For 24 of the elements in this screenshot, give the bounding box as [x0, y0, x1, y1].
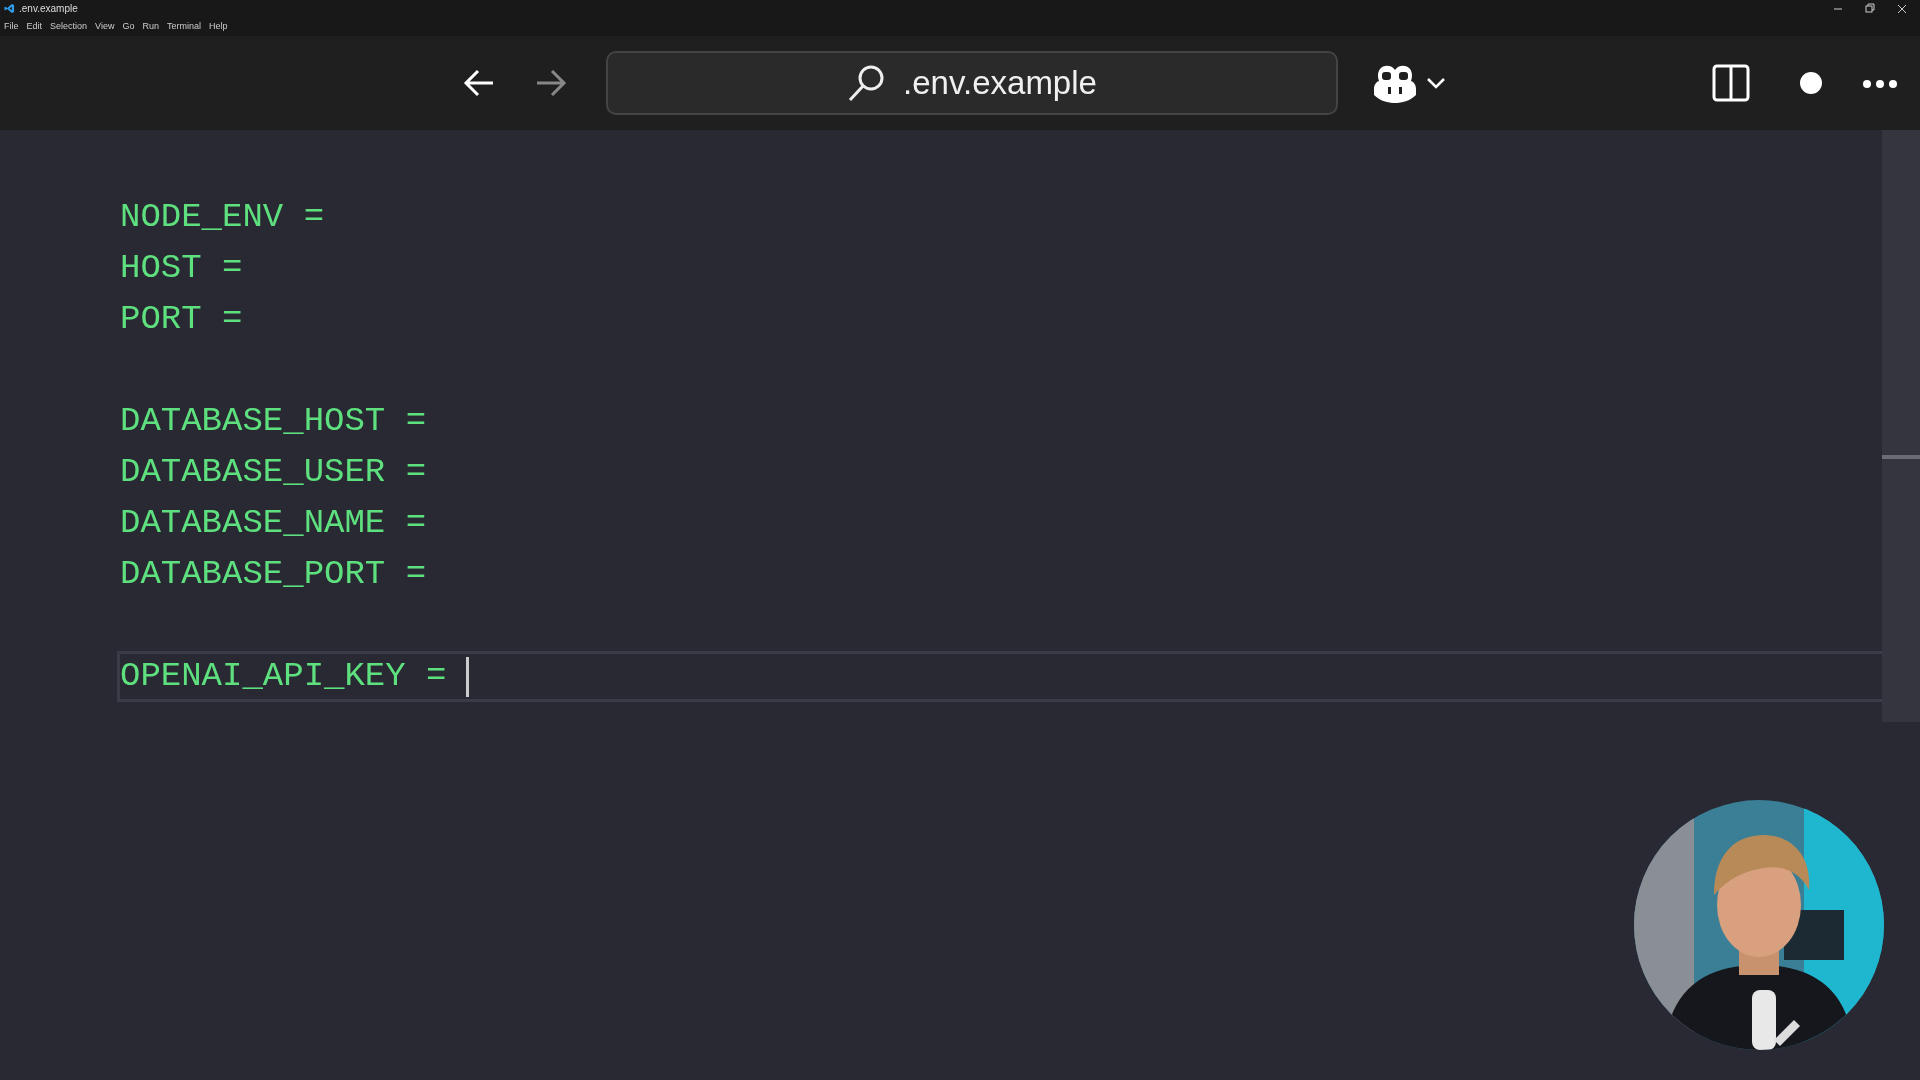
menu-item[interactable]: Run [142, 19, 159, 34]
search-field[interactable]: .env.example [606, 51, 1338, 115]
scrollbar[interactable] [1882, 130, 1920, 722]
menu-item[interactable]: Help [208, 19, 228, 34]
window-title: .env.example [19, 2, 79, 16]
unsaved-dot-icon [1800, 72, 1822, 94]
text-cursor [466, 656, 470, 697]
code-line: OPENAI_API_KEY = [120, 656, 447, 697]
split-layout-icon[interactable] [1712, 64, 1750, 102]
code-line: DATABASE_PORT = [120, 554, 427, 595]
menu-item[interactable]: Go [122, 19, 135, 34]
code-line: DATABASE_HOST = [120, 401, 427, 442]
code-line: DATABASE_USER = [120, 452, 427, 493]
app-logo-icon [4, 3, 15, 14]
menu-item[interactable]: File [4, 19, 19, 34]
menu-item[interactable]: View [95, 19, 115, 34]
menu-item[interactable]: Selection [50, 19, 88, 34]
code-line: PORT = [120, 299, 243, 340]
code-line: DATABASE_NAME = [120, 503, 427, 544]
menu-item[interactable]: Edit [26, 19, 43, 34]
copilot-icon[interactable] [1372, 63, 1446, 103]
menu-item[interactable]: Terminal [166, 19, 201, 34]
code-line: HOST = [120, 248, 243, 289]
code-line: NODE_ENV = [120, 197, 325, 238]
